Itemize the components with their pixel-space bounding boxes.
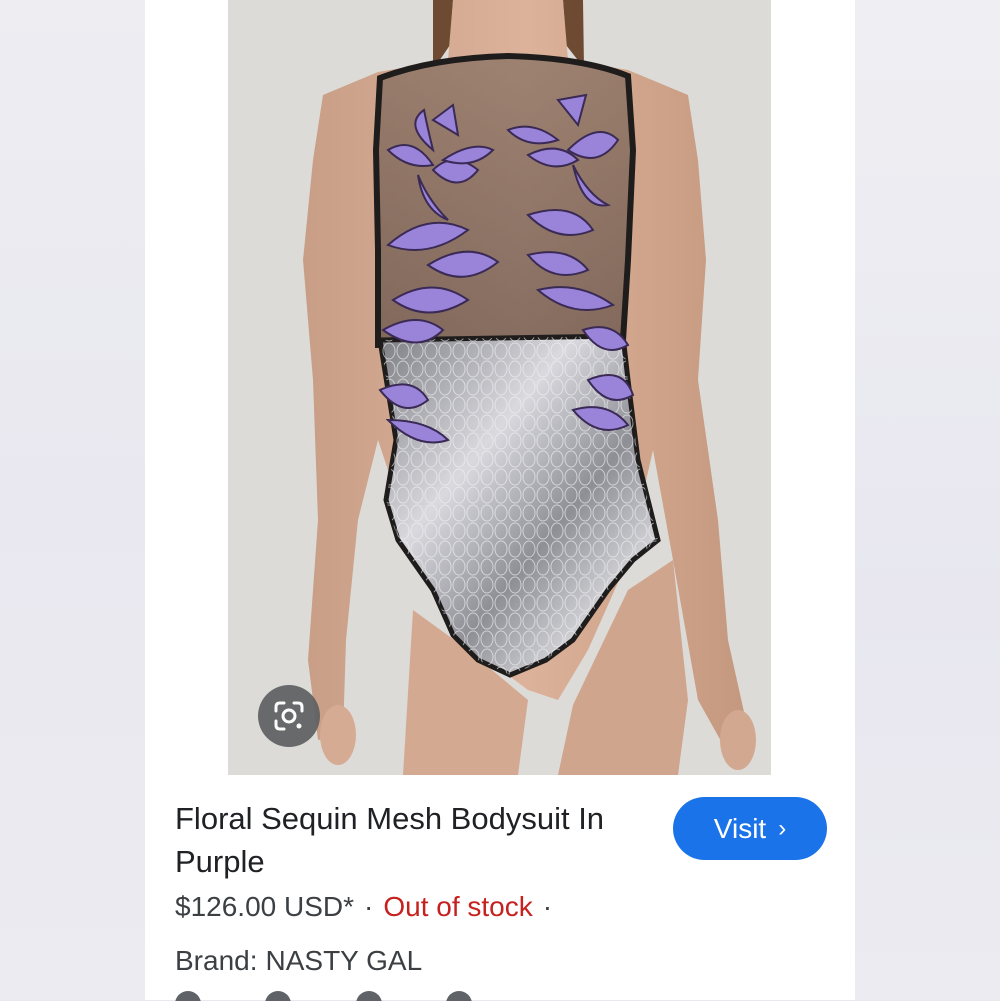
chevron-right-icon: › bbox=[778, 814, 787, 842]
product-info-panel: Floral Sequin Mesh Bodysuit In Purple Vi… bbox=[145, 775, 855, 1001]
product-price: $126.00 USD* bbox=[175, 891, 355, 922]
google-lens-button[interactable] bbox=[258, 685, 320, 747]
product-title[interactable]: Floral Sequin Mesh Bodysuit In Purple bbox=[175, 797, 645, 883]
brand-line: Brand: NASTY GAL bbox=[175, 945, 422, 977]
blurred-background-left bbox=[0, 0, 145, 1000]
separator-dot: · bbox=[542, 891, 553, 922]
bodysuit-photo-illustration bbox=[228, 0, 771, 775]
separator-dot: · bbox=[364, 891, 374, 922]
price-line: $126.00 USD* · Out of stock · bbox=[175, 891, 562, 923]
google-lens-icon bbox=[274, 701, 304, 731]
visit-button-label: Visit bbox=[713, 812, 767, 844]
blurred-background-right bbox=[855, 0, 1000, 1000]
product-result-card[interactable]: Floral Sequin Mesh Bodysuit In Purple Vi… bbox=[145, 0, 855, 1001]
brand-label: Brand: bbox=[175, 945, 258, 976]
brand-value: NASTY GAL bbox=[265, 945, 423, 976]
visit-button[interactable]: Visit › bbox=[673, 797, 827, 860]
stock-status: Out of stock bbox=[383, 891, 533, 922]
product-image[interactable] bbox=[228, 0, 771, 775]
